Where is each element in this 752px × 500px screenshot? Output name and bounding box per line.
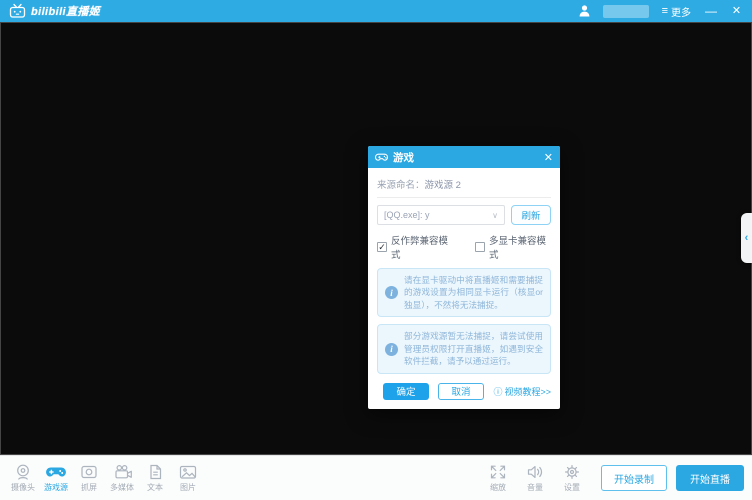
bottom-toolbar: 摄像头 游戏源 抓屏 多媒体 — [0, 455, 752, 500]
minimize-button[interactable]: — — [704, 5, 717, 17]
source-name-row: 来源命名： 游戏源 2 — [377, 174, 551, 198]
start-stream-button[interactable]: 开始直播 — [676, 465, 744, 491]
source-game-button[interactable]: 游戏源 — [41, 463, 71, 493]
scale-arrows-icon — [487, 463, 509, 481]
checkbox-unchecked-icon — [475, 242, 485, 252]
video-tutorial-label: 视频教程>> — [504, 385, 551, 398]
app-logo: bilibili直播姬 — [9, 3, 100, 19]
hamburger-icon: ≡ — [662, 5, 668, 17]
source-text-label: 文本 — [147, 482, 163, 493]
image-icon — [177, 463, 199, 481]
gpu-info-box: i 请在显卡驱动中将直播姬和需要捕捉的游戏设置为相同显卡运行（核显or独显），不… — [377, 268, 551, 317]
app-title: bilibili直播姬 — [31, 3, 100, 19]
info-icon: i — [385, 343, 398, 356]
screen-capture-icon — [78, 463, 100, 481]
info-icon: i — [385, 286, 398, 299]
source-image-label: 图片 — [180, 482, 196, 493]
source-media-button[interactable]: 多媒体 — [107, 463, 137, 493]
user-icon[interactable] — [579, 5, 590, 17]
admin-info-box: i 部分游戏源暂无法捕捉，请尝试使用管理员权限打开直播姬，如遇到安全软件拦截，请… — [377, 324, 551, 373]
close-button[interactable]: ✕ — [730, 6, 743, 17]
source-game-label: 游戏源 — [44, 482, 68, 493]
more-menu-label: 更多 — [671, 4, 691, 19]
process-select[interactable]: [QQ.exe]: y ∨ — [377, 205, 505, 225]
source-media-label: 多媒体 — [110, 482, 134, 493]
dialog-title: 游戏 — [393, 150, 414, 165]
video-tutorial-link[interactable]: ⓘ 视频教程>> — [493, 385, 551, 398]
dialog-close-icon[interactable]: ✕ — [544, 151, 553, 164]
text-document-icon — [144, 463, 166, 481]
anticheat-checkbox-label: 反作弊兼容模式 — [391, 233, 453, 261]
anticheat-checkbox[interactable]: ✓ 反作弊兼容模式 — [377, 233, 453, 261]
cancel-button[interactable]: 取消 — [438, 383, 484, 400]
source-screen-capture-label: 抓屏 — [81, 482, 97, 493]
source-name-value[interactable]: 游戏源 2 — [425, 177, 461, 191]
checkbox-checked-icon: ✓ — [377, 242, 387, 252]
multigpu-checkbox[interactable]: 多显卡兼容模式 — [475, 233, 551, 261]
tutorial-info-icon: ⓘ — [493, 385, 502, 398]
refresh-button[interactable]: 刷新 — [511, 205, 551, 225]
chevron-down-icon: ∨ — [492, 211, 498, 220]
scale-tool-label: 缩放 — [490, 482, 506, 493]
game-source-dialog: 游戏 ✕ 来源命名： 游戏源 2 [QQ.exe]: y ∨ 刷新 ✓ 反作弊兼… — [368, 146, 560, 409]
volume-icon — [524, 463, 546, 481]
admin-info-text: 部分游戏源暂无法捕捉，请尝试使用管理员权限打开直播姬，如遇到安全软件拦截，请予以… — [404, 330, 543, 367]
bilibili-tv-icon — [9, 3, 26, 19]
chevron-left-icon: ‹ — [745, 232, 749, 244]
source-screen-capture-button[interactable]: 抓屏 — [74, 463, 104, 493]
scale-tool-button[interactable]: 缩放 — [483, 463, 513, 493]
settings-tool-button[interactable]: 设置 — [557, 463, 587, 493]
dialog-header: 游戏 ✕ — [368, 146, 560, 168]
gpu-info-text: 请在显卡驱动中将直播姬和需要捕捉的游戏设置为相同显卡运行（核显or独显），不然将… — [404, 274, 543, 311]
gamepad-icon — [45, 463, 67, 481]
source-image-button[interactable]: 图片 — [173, 463, 203, 493]
multigpu-checkbox-label: 多显卡兼容模式 — [489, 233, 551, 261]
username-redacted[interactable] — [603, 5, 649, 18]
volume-tool-label: 音量 — [527, 482, 543, 493]
process-select-value: [QQ.exe]: y — [384, 210, 430, 220]
expand-panel-tab[interactable]: ‹ — [741, 213, 752, 263]
source-text-button[interactable]: 文本 — [140, 463, 170, 493]
source-camera-button[interactable]: 摄像头 — [8, 463, 38, 493]
settings-gear-icon — [561, 463, 583, 481]
source-name-label: 来源命名： — [377, 177, 425, 191]
settings-tool-label: 设置 — [564, 482, 580, 493]
media-camera-icon — [111, 463, 133, 481]
gamepad-icon — [375, 152, 388, 163]
titlebar: bilibili直播姬 ≡ 更多 — ✕ — [0, 0, 752, 22]
webcam-icon — [12, 463, 34, 481]
volume-tool-button[interactable]: 音量 — [520, 463, 550, 493]
source-camera-label: 摄像头 — [11, 482, 35, 493]
start-record-button[interactable]: 开始录制 — [601, 465, 667, 491]
ok-button[interactable]: 确定 — [383, 383, 429, 400]
more-menu-button[interactable]: ≡ 更多 — [662, 4, 691, 19]
